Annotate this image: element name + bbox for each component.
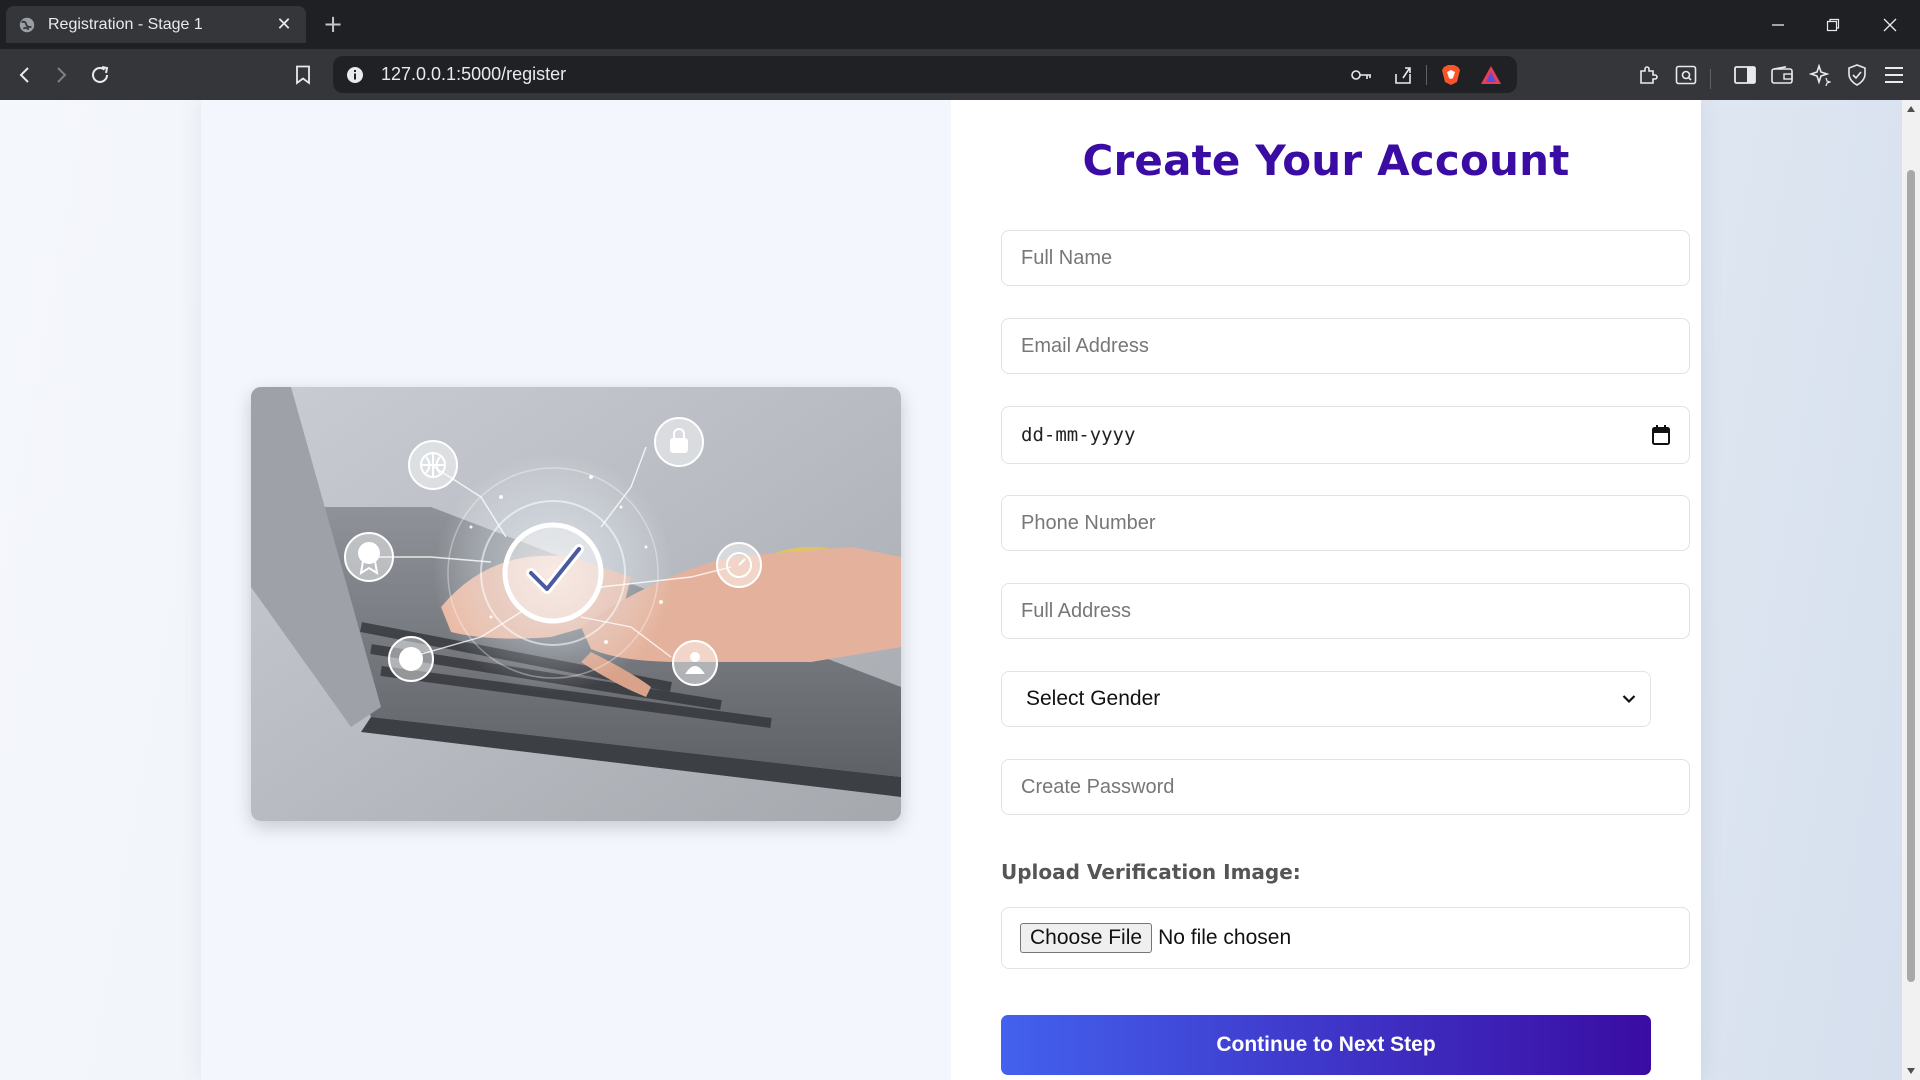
scrollbar-thumb[interactable] xyxy=(1907,170,1915,982)
continue-button[interactable]: Continue to Next Step xyxy=(1001,1015,1651,1075)
hero-image xyxy=(251,387,901,821)
form-panel: Create Your Account Full Name Email Addr… xyxy=(951,100,1701,1080)
address-placeholder: Full Address xyxy=(1021,599,1132,622)
full-name-input[interactable]: Full Name xyxy=(1001,230,1690,286)
new-tab-icon[interactable]: + xyxy=(320,11,346,37)
address-input[interactable]: Full Address xyxy=(1001,583,1690,639)
scroll-up-icon[interactable] xyxy=(1906,104,1916,114)
extensions-icon[interactable] xyxy=(1634,61,1662,89)
file-status-text: No file chosen xyxy=(1158,926,1292,949)
choose-file-button[interactable]: Choose File xyxy=(1020,923,1153,953)
forward-icon[interactable] xyxy=(47,61,75,89)
page-scrollbar[interactable] xyxy=(1902,100,1920,1080)
password-input[interactable]: Create Password xyxy=(1001,759,1690,815)
password-placeholder: Create Password xyxy=(1021,775,1175,798)
vpn-shield-icon[interactable] xyxy=(1843,61,1871,89)
image-panel xyxy=(201,100,951,1080)
tab-title: Registration - Stage 1 xyxy=(48,15,203,33)
phone-placeholder: Phone Number xyxy=(1021,511,1156,534)
page-viewport: Create Your Account Full Name Email Addr… xyxy=(0,100,1902,1080)
reload-icon[interactable] xyxy=(86,61,114,89)
back-icon[interactable] xyxy=(11,61,39,89)
gender-selected-value: Select Gender xyxy=(1026,687,1161,710)
key-icon[interactable] xyxy=(1350,63,1374,87)
email-input[interactable]: Email Address xyxy=(1001,318,1690,374)
wallet-icon[interactable] xyxy=(1768,61,1796,89)
menu-icon[interactable] xyxy=(1880,61,1908,89)
divider xyxy=(1426,65,1427,85)
browser-tab[interactable]: Registration - Stage 1 ✕ xyxy=(6,6,306,43)
brave-rewards-icon[interactable] xyxy=(1479,63,1503,87)
sidebar-icon[interactable] xyxy=(1731,61,1759,89)
date-of-birth-input[interactable]: dd-mm-yyyy xyxy=(1001,406,1690,464)
address-bar[interactable]: 127.0.0.1:5000/register xyxy=(333,56,1517,93)
minimize-icon[interactable] xyxy=(1765,12,1791,38)
gender-select[interactable]: Select Gender xyxy=(1001,671,1651,727)
verification-image-file-input[interactable]: Choose File No file chosen xyxy=(1001,907,1690,969)
full-name-placeholder: Full Name xyxy=(1021,246,1113,269)
tab-strip: Registration - Stage 1 ✕ + xyxy=(0,0,1920,49)
url-text: 127.0.0.1:5000/register xyxy=(381,64,567,84)
dob-placeholder: dd-mm-yyyy xyxy=(1021,424,1136,446)
restore-icon[interactable] xyxy=(1820,12,1846,38)
phone-input[interactable]: Phone Number xyxy=(1001,495,1690,551)
tab-search-icon[interactable] xyxy=(1672,61,1700,89)
chevron-down-icon xyxy=(1622,695,1636,704)
close-window-icon[interactable] xyxy=(1877,12,1903,38)
share-icon[interactable] xyxy=(1391,63,1415,87)
calendar-icon[interactable] xyxy=(1652,425,1670,445)
bookmark-icon[interactable] xyxy=(289,61,317,89)
registration-card: Create Your Account Full Name Email Addr… xyxy=(201,100,1701,1080)
upload-label: Upload Verification Image: xyxy=(1001,860,1301,884)
leo-ai-icon[interactable] xyxy=(1806,61,1834,89)
globe-favicon-icon xyxy=(19,17,35,32)
site-info-icon[interactable] xyxy=(345,65,365,85)
scroll-down-icon[interactable] xyxy=(1906,1066,1916,1076)
divider xyxy=(1710,69,1711,89)
close-tab-icon[interactable]: ✕ xyxy=(274,14,294,35)
page-title: Create Your Account xyxy=(1082,136,1570,185)
email-placeholder: Email Address xyxy=(1021,334,1149,357)
brave-shields-icon[interactable] xyxy=(1439,63,1463,87)
